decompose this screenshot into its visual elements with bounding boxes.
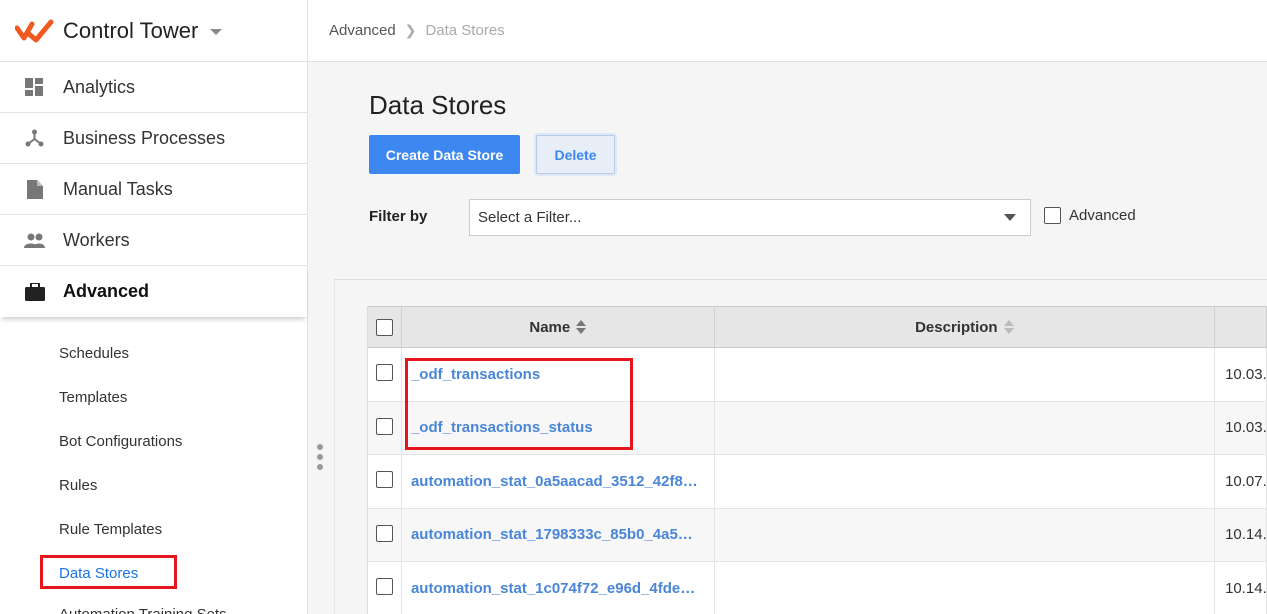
column-header-description[interactable]: Description: [715, 307, 1216, 347]
nav-item-analytics[interactable]: Analytics: [0, 62, 307, 113]
row-checkbox[interactable]: [375, 417, 393, 435]
nav-item-advanced[interactable]: Advanced: [0, 266, 307, 317]
column-header-name[interactable]: Name: [402, 307, 715, 347]
nav-label: Business Processes: [63, 127, 226, 148]
column-header-label: Description: [915, 318, 998, 336]
breadcrumb: Advanced ❯ Data Stores: [308, 0, 1267, 62]
advanced-filter-toggle[interactable]: Advanced: [1044, 207, 1136, 224]
row-description-cell: [715, 508, 1216, 561]
row-date-cell: 10.03.: [1215, 401, 1267, 454]
delete-button[interactable]: Delete: [536, 135, 615, 174]
dashboard-icon: [24, 77, 45, 98]
filter-label: Filter by: [369, 208, 428, 225]
nav-item-workers[interactable]: Workers: [0, 215, 307, 266]
row-description-cell: [715, 348, 1216, 401]
nav-label: Manual Tasks: [63, 178, 173, 199]
briefcase-icon: [24, 281, 45, 302]
nav-item-business-processes[interactable]: Business Processes: [0, 113, 307, 164]
row-date-cell: 10.07.: [1215, 455, 1267, 508]
filter-select-value: Select a Filter...: [478, 209, 582, 226]
select-all-cell: [368, 307, 402, 347]
row-select-cell: [368, 562, 402, 614]
filter-select[interactable]: Select a Filter...: [469, 199, 1031, 236]
page-header-card: Data Stores Create Data Store Delete Fil…: [334, 80, 1267, 280]
table-header: Name Description: [368, 306, 1267, 348]
nav-label: Advanced: [63, 281, 150, 301]
row-select-cell: [368, 348, 402, 401]
table-row: automation_stat_0a5aacad_3512_42f8… 10.0…: [368, 455, 1267, 509]
create-data-store-button[interactable]: Create Data Store: [369, 135, 520, 174]
nav-item-manual-tasks[interactable]: Manual Tasks: [0, 164, 307, 215]
chevron-right-icon: ❯: [404, 22, 417, 38]
select-all-checkbox[interactable]: [375, 318, 393, 336]
row-checkbox[interactable]: [375, 524, 393, 542]
subnav-item-templates[interactable]: Templates: [0, 375, 307, 419]
subnav-item-rules[interactable]: Rules: [0, 463, 307, 507]
advanced-checkbox[interactable]: [1044, 207, 1061, 224]
brand-logo-icon: [15, 19, 54, 42]
app-switcher[interactable]: Control Tower: [0, 0, 307, 62]
highlight-box-data-stores: [40, 555, 177, 589]
subnav-item-automation-training-sets[interactable]: Automation Training Sets: [0, 595, 307, 614]
row-name-cell[interactable]: automation_stat_1798333c_85b0_4a5…: [402, 508, 715, 561]
row-date-cell: 10.03.: [1215, 348, 1267, 401]
subnav-item-rule-templates[interactable]: Rule Templates: [0, 507, 307, 551]
nav-label: Workers: [63, 229, 130, 250]
row-date-cell: 10.14.: [1215, 508, 1267, 561]
sort-icon[interactable]: [576, 320, 587, 334]
chevron-down-icon: [1004, 214, 1016, 221]
subnav-item-bot-configurations[interactable]: Bot Configurations: [0, 419, 307, 463]
row-select-cell: [368, 401, 402, 454]
process-icon: [24, 128, 45, 149]
row-date-cell: 10.14.: [1215, 562, 1267, 614]
row-select-cell: [368, 508, 402, 561]
sort-icon[interactable]: [1003, 320, 1014, 334]
table-row: automation_stat_1c074f72_e96d_4fde… 10.1…: [368, 562, 1267, 614]
breadcrumb-current: Data Stores: [425, 22, 505, 39]
table-row: automation_stat_1798333c_85b0_4a5… 10.14…: [368, 508, 1267, 562]
app-title: Control Tower: [63, 17, 199, 43]
breadcrumb-parent[interactable]: Advanced: [329, 22, 396, 39]
column-header-date[interactable]: [1215, 307, 1267, 347]
row-checkbox[interactable]: [375, 471, 393, 488]
row-name-cell[interactable]: automation_stat_0a5aacad_3512_42f8…: [402, 455, 715, 508]
row-checkbox[interactable]: [375, 364, 393, 381]
data-store-link[interactable]: automation_stat_1c074f72_e96d_4fde…: [411, 580, 695, 597]
document-icon: [24, 179, 45, 200]
page-title: Data Stores: [369, 90, 507, 120]
chevron-down-icon[interactable]: [210, 29, 223, 35]
row-description-cell: [715, 401, 1216, 454]
row-checkbox[interactable]: [375, 578, 393, 595]
data-stores-table: Name Description _odf_transactions 10.03…: [367, 306, 1267, 614]
sidebar: Control Tower Analytics Business Process…: [0, 0, 308, 614]
row-description-cell: [715, 455, 1216, 508]
row-select-cell: [368, 455, 402, 508]
sidebar-resize-handle[interactable]: [316, 444, 324, 470]
nav-label: Analytics: [63, 76, 136, 97]
people-icon: [24, 230, 45, 251]
highlight-box-rows: [405, 358, 633, 450]
advanced-label: Advanced: [1069, 207, 1136, 224]
column-header-label: Name: [529, 318, 571, 336]
row-name-cell[interactable]: automation_stat_1c074f72_e96d_4fde…: [402, 562, 715, 614]
subnav-item-schedules[interactable]: Schedules: [0, 331, 307, 375]
data-store-link[interactable]: automation_stat_1798333c_85b0_4a5…: [411, 526, 693, 543]
row-description-cell: [715, 562, 1216, 614]
data-store-link[interactable]: automation_stat_0a5aacad_3512_42f8…: [411, 473, 698, 490]
